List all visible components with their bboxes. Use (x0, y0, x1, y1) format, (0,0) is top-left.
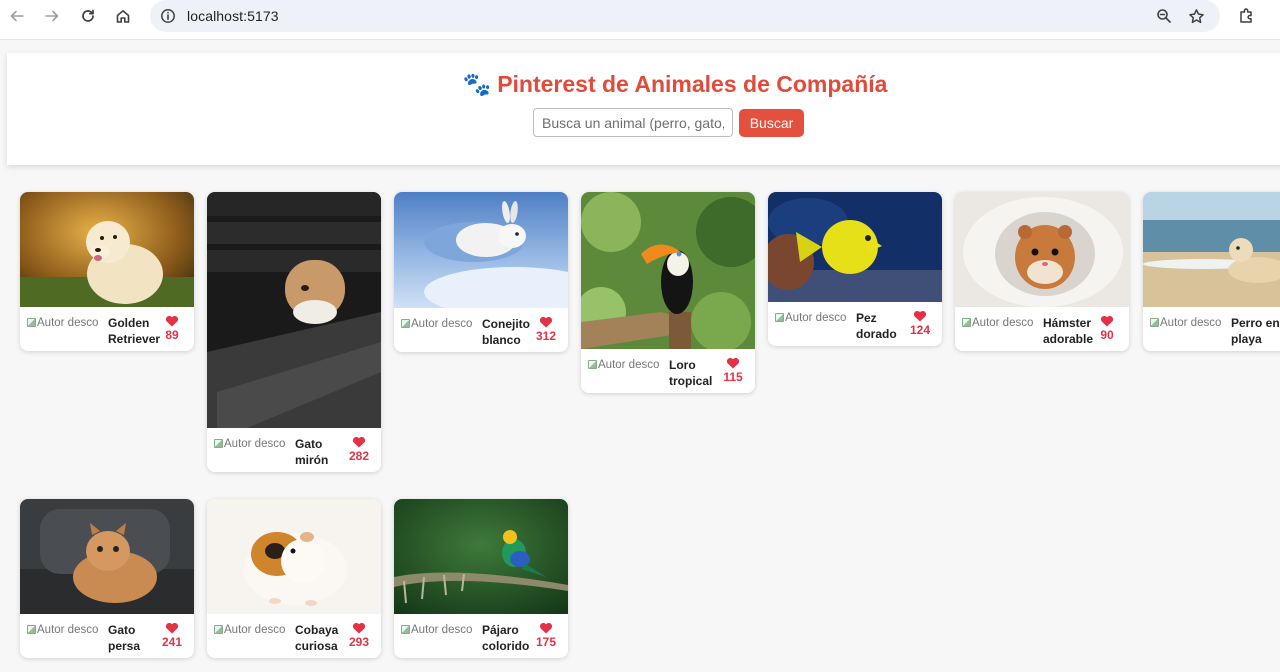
heart-icon (165, 315, 179, 327)
pin-card[interactable]: Autor desconocido Conejito blanco 312 (394, 192, 568, 352)
like-button[interactable]: 312 (532, 316, 560, 343)
browser-toolbar: localhost:5173 (0, 0, 1280, 40)
pin-card[interactable]: Autor desconocido Pájaro colorido 175 (394, 499, 568, 658)
home-icon (116, 10, 130, 23)
like-button[interactable]: 124 (906, 310, 934, 337)
like-button[interactable]: 89 (158, 315, 186, 342)
heart-icon (539, 622, 553, 634)
back-arrow-icon (10, 10, 24, 22)
pin-title: Gato persa (108, 623, 141, 653)
pin-footer: Autor desconocido Conejito blanco 312 (394, 308, 568, 352)
pin-footer: Autor desconocido Gato mirón 282 (207, 428, 381, 472)
like-button[interactable]: 175 (532, 622, 560, 649)
like-count: 293 (348, 635, 370, 649)
author-image: Autor desconocido (401, 317, 473, 332)
url-text[interactable]: localhost:5173 (187, 8, 279, 24)
like-button[interactable]: 282 (345, 436, 373, 463)
site-info-icon[interactable] (158, 6, 178, 26)
pin-footer: Autor desconocido Pájaro colorido 175 (394, 614, 568, 658)
pin-image[interactable] (394, 192, 568, 308)
like-count: 312 (535, 329, 557, 343)
pin-footer: Autor desconocido Hámster adorable 90 (955, 307, 1129, 351)
pin-title: Gato mirón (295, 437, 329, 467)
pin-card[interactable]: Autor desconocido Loro tropical 115 (581, 192, 755, 393)
pin-title: Pez dorado (856, 311, 897, 341)
search-button[interactable]: Buscar (739, 109, 804, 137)
like-button[interactable]: 115 (719, 357, 747, 384)
like-count: 175 (535, 635, 557, 649)
pin-footer: Autor desconocido Pez dorado 124 (768, 302, 942, 346)
reload-button[interactable] (73, 4, 103, 28)
pin-title: Loro tropical (669, 358, 713, 388)
author-image: Autor desconocido (401, 623, 473, 638)
author-image: Autor desconocido (775, 311, 847, 326)
like-button[interactable]: 293 (345, 622, 373, 649)
forward-arrow-icon (45, 10, 59, 22)
pin-card[interactable]: Autor desconocido Pez dorado 124 (768, 192, 942, 346)
pin-image[interactable] (20, 192, 194, 307)
pin-card[interactable]: Autor desconocido Perro en playa (1143, 192, 1280, 351)
zoom-icon[interactable] (1154, 6, 1174, 26)
pin-image[interactable] (207, 192, 381, 428)
heart-icon (165, 622, 179, 634)
pin-image[interactable] (20, 499, 194, 614)
reload-icon (82, 9, 94, 22)
pin-card[interactable]: Autor desconocido Golden Retriever 89 (20, 192, 194, 351)
extensions-icon[interactable] (1236, 5, 1258, 27)
address-bar[interactable]: localhost:5173 (150, 0, 1220, 32)
pin-image[interactable] (768, 192, 942, 302)
forward-button[interactable] (37, 4, 67, 28)
author-image: Autor desconocido (27, 316, 99, 331)
page-title-text: Pinterest de Animales de Compañía (497, 71, 888, 97)
like-count: 89 (165, 328, 179, 342)
author-image: Autor desconocido (588, 358, 660, 373)
pin-image[interactable] (394, 499, 568, 614)
search-input[interactable] (533, 108, 733, 137)
heart-icon (726, 357, 740, 369)
pin-image[interactable] (207, 499, 381, 614)
pin-title: Cobaya curiosa (295, 623, 339, 653)
pin-card[interactable]: Autor desconocido Gato mirón 282 (207, 192, 381, 472)
author-image: Autor desconocido (962, 316, 1034, 331)
like-count: 90 (1100, 328, 1114, 342)
heart-icon (352, 436, 366, 448)
pin-card[interactable]: Autor desconocido Cobaya curiosa 293 (207, 499, 381, 658)
pin-title: Perro en playa (1231, 316, 1280, 346)
heart-icon (539, 316, 553, 328)
pin-title: Hámster adorable (1043, 316, 1094, 346)
pin-footer: Autor desconocido Cobaya curiosa 293 (207, 614, 381, 658)
author-image: Autor desconocido (214, 623, 286, 638)
like-count: 115 (723, 370, 743, 384)
pin-footer: Autor desconocido Golden Retriever 89 (20, 307, 194, 351)
bookmark-star-icon[interactable] (1186, 6, 1206, 26)
like-button[interactable]: 241 (158, 622, 186, 649)
page-header: 🐾 Pinterest de Animales de Compañía Busca… (7, 53, 1280, 165)
like-count: 124 (909, 323, 931, 337)
author-image: Autor desconocido (1150, 316, 1222, 331)
pin-card[interactable]: Autor desconocido Hámster adorable 90 (955, 192, 1129, 351)
pin-footer: Autor desconocido Perro en playa (1143, 307, 1280, 351)
pin-footer: Autor desconocido Gato persa 241 (20, 614, 194, 658)
heart-icon (352, 622, 366, 634)
pin-card[interactable]: Autor desconocido Gato persa 241 (20, 499, 194, 658)
author-image: Autor desconocido (214, 437, 286, 452)
pin-title: Conejito blanco (482, 317, 530, 347)
pin-title: Pájaro colorido (482, 623, 530, 653)
author-image: Autor desconocido (27, 623, 99, 638)
paw-icon: 🐾 (462, 71, 492, 97)
pin-image[interactable] (581, 192, 755, 349)
pin-image[interactable] (955, 192, 1129, 307)
pin-footer: Autor desconocido Loro tropical 115 (581, 349, 755, 393)
heart-icon (913, 310, 927, 322)
like-count: 241 (161, 635, 183, 649)
heart-icon (1100, 315, 1114, 327)
page-title: 🐾 Pinterest de Animales de Compañía (460, 71, 890, 98)
like-count: 282 (348, 449, 370, 463)
like-button[interactable]: 90 (1093, 315, 1121, 342)
back-button[interactable] (2, 4, 32, 28)
home-button[interactable] (108, 4, 138, 28)
pin-image[interactable] (1143, 192, 1280, 307)
pin-title: Golden Retriever (108, 316, 161, 346)
